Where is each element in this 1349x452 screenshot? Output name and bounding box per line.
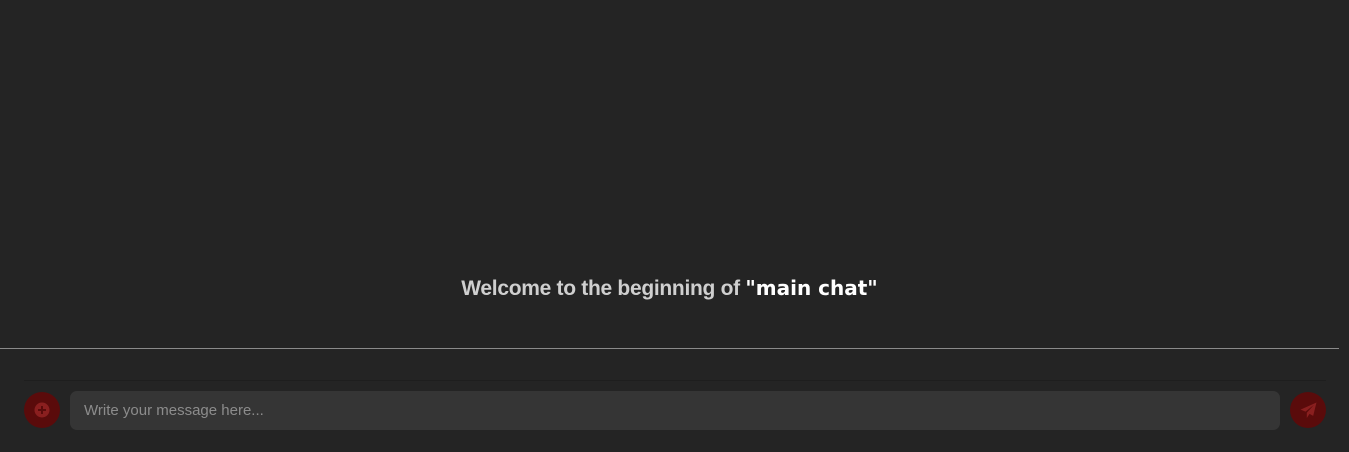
channel-name: "main chat" — [745, 276, 878, 300]
send-button[interactable] — [1290, 392, 1326, 428]
divider — [0, 348, 1339, 349]
plus-circle-icon — [34, 402, 50, 418]
message-area: Welcome to the beginning of "main chat" — [0, 0, 1349, 348]
message-input[interactable] — [70, 391, 1280, 430]
welcome-message: Welcome to the beginning of "main chat" — [0, 276, 1339, 301]
add-attachment-button[interactable] — [24, 392, 60, 428]
welcome-prefix: Welcome to the beginning of — [461, 277, 746, 300]
message-composer — [0, 381, 1349, 452]
paper-plane-icon — [1300, 402, 1317, 419]
message-input-wrapper — [70, 391, 1280, 430]
chat-app: Welcome to the beginning of "main chat" — [0, 0, 1349, 452]
